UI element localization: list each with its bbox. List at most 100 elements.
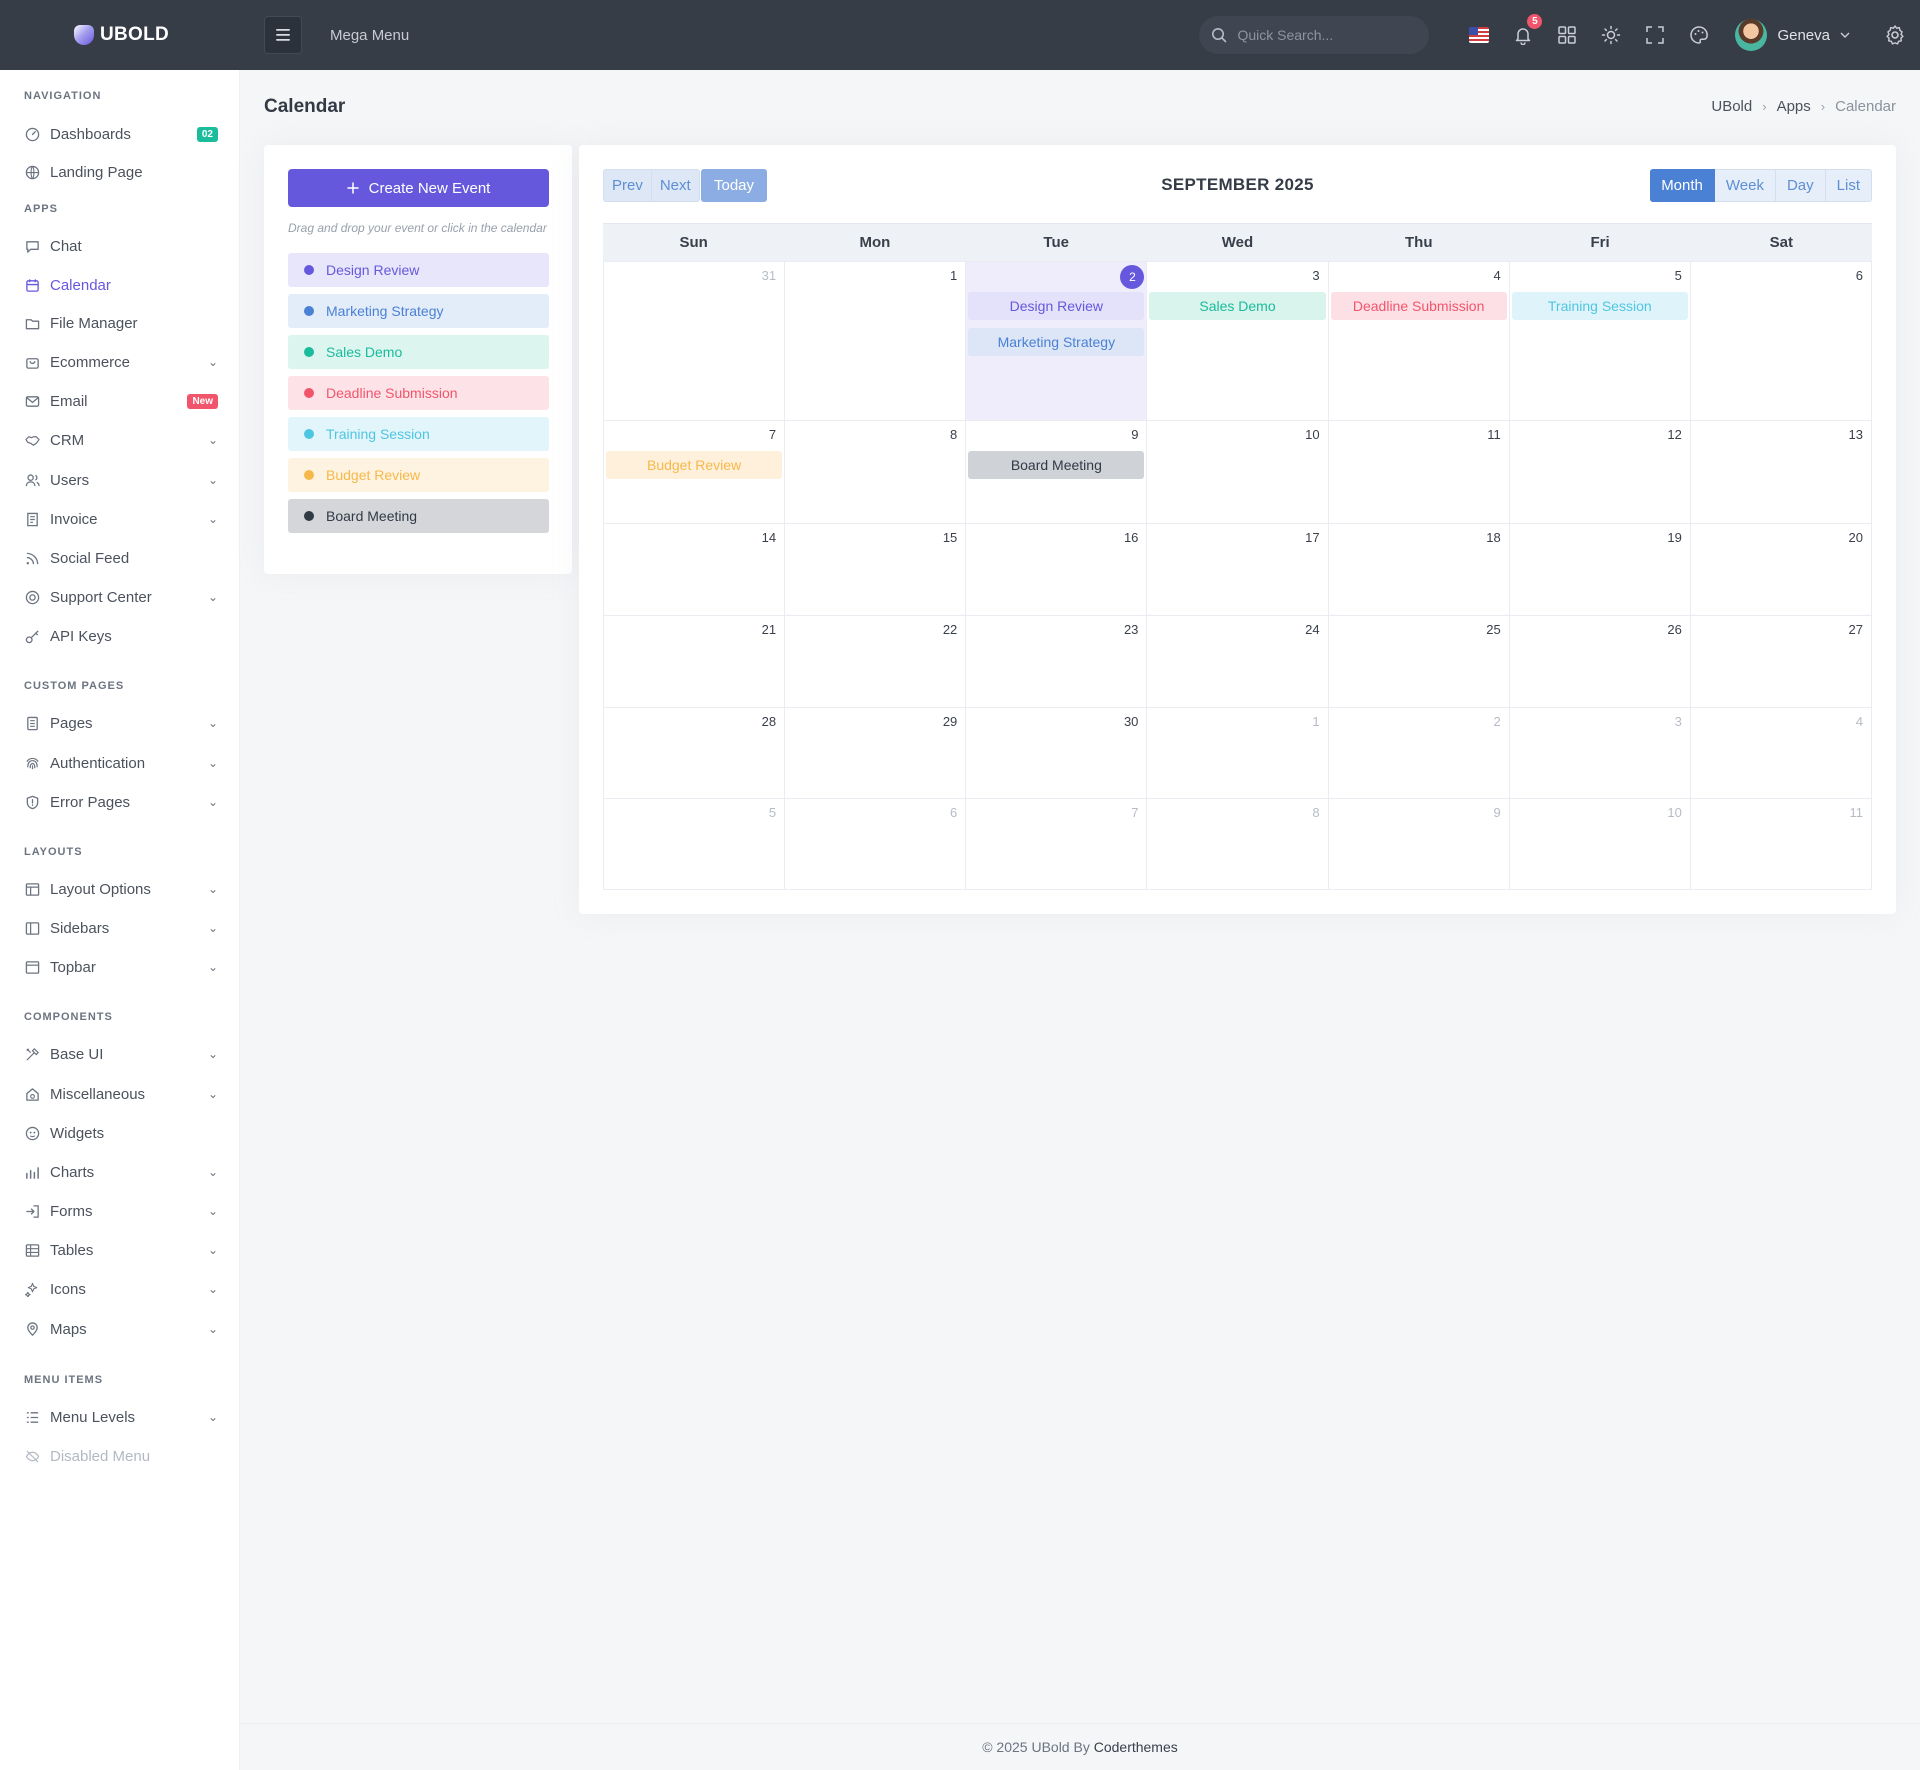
view-week-button[interactable]: Week xyxy=(1714,169,1776,202)
sidebar-item-users[interactable]: Users ⌄ xyxy=(0,462,240,498)
day-cell[interactable]: 11 xyxy=(1689,799,1872,889)
day-cell[interactable]: 10 xyxy=(1146,421,1327,523)
day-cell[interactable]: 13 xyxy=(1689,421,1872,523)
sidebar-item-support-center[interactable]: Support Center ⌄ xyxy=(0,579,240,615)
day-cell[interactable]: 5 xyxy=(603,799,784,889)
day-cell[interactable]: 22 xyxy=(784,616,965,707)
sidebar-item-landing-page[interactable]: Landing Page xyxy=(0,154,240,190)
sidebar-item-miscellaneous[interactable]: Miscellaneous ⌄ xyxy=(0,1076,240,1112)
day-cell[interactable]: 19 xyxy=(1508,524,1690,615)
day-cell[interactable]: 7 xyxy=(965,799,1146,889)
day-cell[interactable]: 6 xyxy=(784,799,965,889)
day-cell[interactable]: 20 xyxy=(1689,524,1872,615)
day-cell[interactable]: 9 xyxy=(1327,799,1509,889)
day-cell[interactable]: 30 xyxy=(965,708,1146,798)
sidebar-item-social-feed[interactable]: Social Feed xyxy=(0,540,240,576)
day-cell[interactable]: 14 xyxy=(603,524,784,615)
day-cell[interactable]: 27 xyxy=(1689,616,1872,707)
language-selector[interactable] xyxy=(1457,0,1501,70)
view-day-button[interactable]: Day xyxy=(1775,169,1826,202)
external-event[interactable]: Design Review xyxy=(288,253,549,287)
day-cell[interactable]: 6 xyxy=(1689,262,1872,420)
day-cell[interactable]: 3 xyxy=(1508,708,1690,798)
day-cell[interactable]: 2 xyxy=(1327,708,1509,798)
calendar-event[interactable]: Marketing Strategy xyxy=(968,328,1145,356)
day-cell[interactable]: 26 xyxy=(1508,616,1690,707)
fullscreen-button[interactable] xyxy=(1633,0,1677,70)
day-cell[interactable]: 17 xyxy=(1146,524,1327,615)
sidebar-item-calendar[interactable]: Calendar xyxy=(0,267,240,303)
sidebar-item-authentication[interactable]: Authentication ⌄ xyxy=(0,745,240,781)
palette-button[interactable] xyxy=(1677,0,1721,70)
menu-toggle-button[interactable] xyxy=(264,16,302,54)
sidebar-item-layout-options[interactable]: Layout Options ⌄ xyxy=(0,871,240,907)
calendar-event[interactable]: Sales Demo xyxy=(1149,292,1326,320)
day-cell[interactable]: 7 Budget Review xyxy=(603,421,784,523)
external-event[interactable]: Board Meeting xyxy=(288,499,549,533)
sidebar-item-crm[interactable]: CRM ⌄ xyxy=(0,422,240,458)
breadcrumb-item-ubold[interactable]: UBold xyxy=(1711,98,1752,115)
day-cell[interactable]: 8 xyxy=(784,421,965,523)
calendar-event[interactable]: Board Meeting xyxy=(968,451,1145,479)
external-event[interactable]: Marketing Strategy xyxy=(288,294,549,328)
calendar-event[interactable]: Design Review xyxy=(968,292,1145,320)
day-cell[interactable]: 3 Sales Demo xyxy=(1146,262,1327,420)
day-cell[interactable]: 18 xyxy=(1327,524,1509,615)
create-event-button[interactable]: Create New Event xyxy=(288,169,549,207)
calendar-event[interactable]: Budget Review xyxy=(606,451,783,479)
day-cell[interactable]: 8 xyxy=(1146,799,1327,889)
day-cell[interactable]: 9 Board Meeting xyxy=(965,421,1146,523)
day-cell[interactable]: 31 xyxy=(603,262,784,420)
sidebar-item-invoice[interactable]: Invoice ⌄ xyxy=(0,501,240,537)
view-month-button[interactable]: Month xyxy=(1650,169,1715,202)
sidebar-item-icons[interactable]: Icons ⌄ xyxy=(0,1271,240,1307)
day-cell[interactable]: 15 xyxy=(784,524,965,615)
day-cell-today[interactable]: 2 Design Review Marketing Strategy xyxy=(965,262,1147,420)
calendar-event[interactable]: Training Session xyxy=(1511,292,1688,320)
view-list-button[interactable]: List xyxy=(1825,169,1872,202)
external-event[interactable]: Sales Demo xyxy=(288,335,549,369)
apps-grid-button[interactable] xyxy=(1545,0,1589,70)
day-cell[interactable]: 4 xyxy=(1689,708,1872,798)
sidebar-item-sidebars[interactable]: Sidebars ⌄ xyxy=(0,910,240,946)
day-cell[interactable]: 12 xyxy=(1508,421,1690,523)
day-cell[interactable]: 29 xyxy=(784,708,965,798)
settings-button[interactable] xyxy=(1870,0,1920,70)
sidebar-item-dashboards[interactable]: Dashboards 02 xyxy=(0,116,240,152)
sidebar-item-charts[interactable]: Charts ⌄ xyxy=(0,1154,240,1190)
sidebar-item-topbar[interactable]: Topbar ⌄ xyxy=(0,949,240,985)
sidebar-item-file-manager[interactable]: File Manager xyxy=(0,305,240,341)
day-cell[interactable]: 5 Training Session xyxy=(1508,262,1690,420)
day-cell[interactable]: 1 xyxy=(784,262,965,420)
day-cell[interactable]: 1 xyxy=(1146,708,1327,798)
external-event[interactable]: Training Session xyxy=(288,417,549,451)
sidebar-item-chat[interactable]: Chat xyxy=(0,228,240,264)
calendar-event[interactable]: Deadline Submission xyxy=(1330,292,1507,320)
breadcrumb-item-apps[interactable]: Apps xyxy=(1777,98,1811,115)
sidebar-item-ecommerce[interactable]: Ecommerce ⌄ xyxy=(0,344,240,380)
sidebar-item-pages[interactable]: Pages ⌄ xyxy=(0,705,240,741)
external-event[interactable]: Budget Review xyxy=(288,458,549,492)
sidebar-item-error-pages[interactable]: Error Pages ⌄ xyxy=(0,784,240,820)
sidebar-item-tables[interactable]: Tables ⌄ xyxy=(0,1232,240,1268)
day-cell[interactable]: 11 xyxy=(1327,421,1509,523)
footer-brand-link[interactable]: Coderthemes xyxy=(1094,1739,1178,1755)
day-cell[interactable]: 21 xyxy=(603,616,784,707)
sidebar-item-api-keys[interactable]: API Keys xyxy=(0,618,240,654)
sidebar-item-email[interactable]: Email New xyxy=(0,383,240,419)
theme-toggle-button[interactable] xyxy=(1589,0,1633,70)
search-input[interactable]: Quick Search... xyxy=(1237,27,1333,43)
sidebar-item-base-ui[interactable]: Base UI ⌄ xyxy=(0,1036,240,1072)
brand-logo[interactable]: UBOLD xyxy=(0,0,240,70)
day-cell[interactable]: 23 xyxy=(965,616,1146,707)
mega-menu-link[interactable]: Mega Menu xyxy=(330,27,409,44)
sidebar-item-maps[interactable]: Maps ⌄ xyxy=(0,1311,240,1347)
sidebar-item-menu-levels[interactable]: Menu Levels ⌄ xyxy=(0,1399,240,1435)
search-box[interactable]: Quick Search... xyxy=(1199,16,1430,54)
day-cell[interactable]: 10 xyxy=(1508,799,1690,889)
external-event[interactable]: Deadline Submission xyxy=(288,376,549,410)
day-cell[interactable]: 4 Deadline Submission xyxy=(1327,262,1509,420)
sidebar-item-widgets[interactable]: Widgets xyxy=(0,1115,240,1151)
day-cell[interactable]: 16 xyxy=(965,524,1146,615)
sidebar-item-forms[interactable]: Forms ⌄ xyxy=(0,1193,240,1229)
